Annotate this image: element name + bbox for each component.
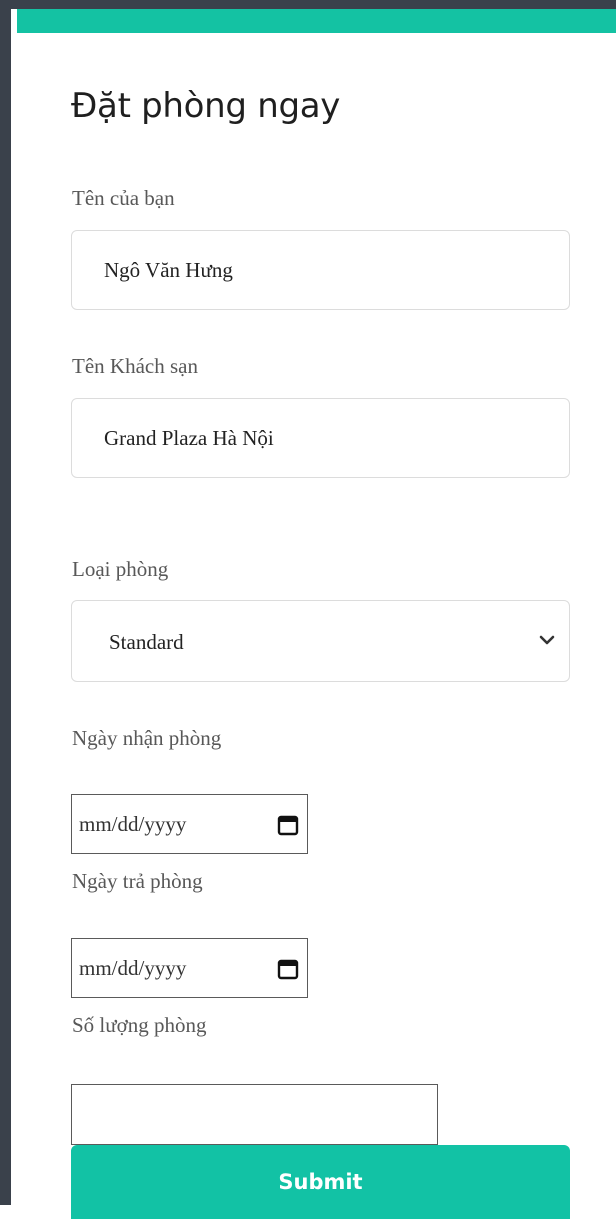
check-out-date-input[interactable]: mm/dd/yyyy (71, 938, 308, 998)
check-in-date-input[interactable]: mm/dd/yyyy (71, 794, 308, 854)
room-type-select[interactable]: Standard (71, 600, 570, 682)
submit-button[interactable]: Submit (71, 1145, 570, 1219)
hotel-input[interactable]: Grand Plaza Hà Nội (71, 398, 570, 478)
check-in-label: Ngày nhận phòng (72, 726, 222, 750)
room-count-input[interactable] (71, 1084, 438, 1145)
accent-header-bar (17, 9, 616, 33)
name-input[interactable]: Ngô Văn Hưng (71, 230, 570, 310)
chevron-down-icon (539, 635, 555, 645)
window-frame-left (0, 0, 11, 1205)
page-title: Đặt phòng ngay (71, 86, 341, 126)
room-type-selected-value: Standard (109, 630, 184, 654)
room-count-label: Số lượng phòng (72, 1013, 207, 1037)
check-out-label: Ngày trả phòng (72, 869, 203, 893)
name-label: Tên của bạn (72, 186, 175, 210)
check-out-date-placeholder: mm/dd/yyyy (79, 956, 187, 980)
hotel-input-value: Grand Plaza Hà Nội (104, 426, 274, 450)
window-frame-top (0, 0, 616, 9)
calendar-icon[interactable] (277, 814, 299, 836)
name-input-value: Ngô Văn Hưng (104, 258, 233, 282)
calendar-icon[interactable] (277, 958, 299, 980)
hotel-label: Tên Khách sạn (72, 354, 198, 378)
check-in-date-placeholder: mm/dd/yyyy (79, 812, 187, 836)
room-type-label: Loại phòng (72, 557, 169, 581)
